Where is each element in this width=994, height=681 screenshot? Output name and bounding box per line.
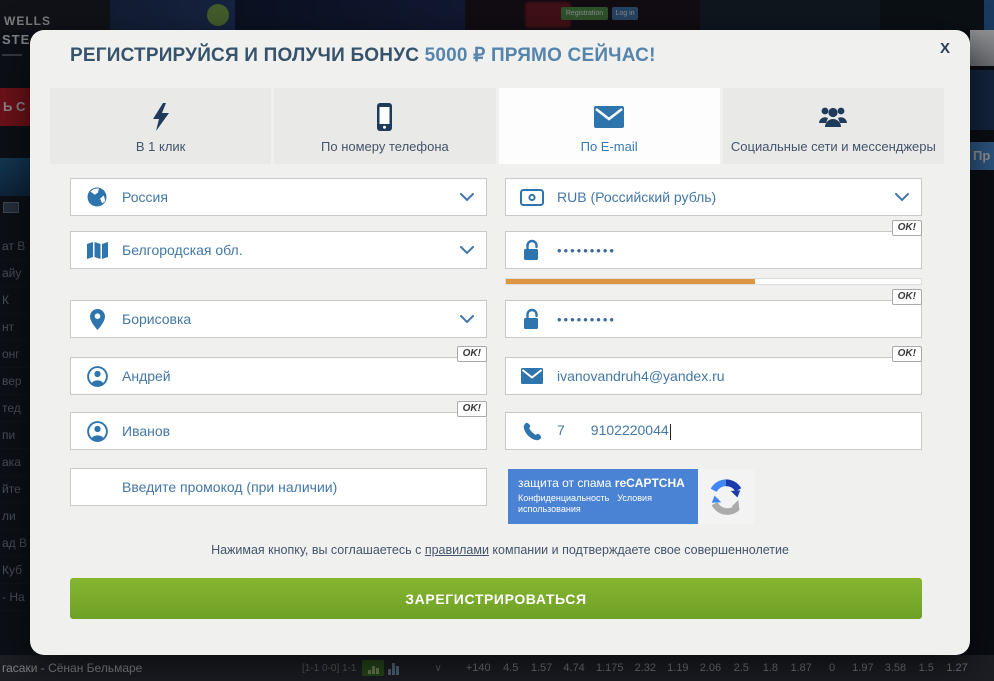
rules-link[interactable]: правилами <box>425 543 489 557</box>
phone-number: 9102220044 <box>591 422 669 438</box>
person-icon <box>85 421 109 442</box>
last-name-input[interactable]: OK! Иванов <box>70 412 487 450</box>
register-submit-button[interactable]: ЗАРЕГИСТРИРОВАТЬСЯ <box>70 578 922 619</box>
country-select[interactable]: Россия <box>70 178 487 216</box>
promo-code-input[interactable]: Введите промокод (при наличии) <box>70 468 487 506</box>
recaptcha-widget: защита от спама reCAPTCHA Конфиденциальн… <box>508 469 754 524</box>
chevron-down-icon <box>895 193 909 202</box>
page: WELLS Registration Log in STE Ь С ат В а… <box>0 0 994 681</box>
status-badge: OK! <box>457 346 487 362</box>
person-icon <box>85 366 109 387</box>
recaptcha-privacy-link[interactable]: Конфиденциальность <box>518 493 609 503</box>
envelope-icon <box>594 101 624 133</box>
city-value: Борисовка <box>122 311 191 327</box>
password-confirm-input[interactable]: OK! ••••••••• <box>505 300 922 338</box>
status-badge: OK! <box>892 346 922 362</box>
password-strength-fill <box>506 279 755 284</box>
close-icon[interactable]: X <box>936 36 954 61</box>
modal-title-bonus: 5000 ₽ ПРЯМО СЕЙЧАС! <box>425 45 656 66</box>
tab-label: В 1 клик <box>136 139 186 154</box>
recaptcha-logo-panel <box>698 469 754 524</box>
registration-method-tabs: В 1 клик По номеру телефона По E-mail Со… <box>50 88 944 164</box>
phone-value: 7 9102220044 <box>557 422 671 439</box>
people-icon <box>817 101 849 133</box>
phone-country-code: 7 <box>557 422 565 438</box>
chevron-down-icon <box>460 315 474 324</box>
globe-icon <box>85 187 109 207</box>
consent-text: Нажимая кнопку, вы соглашаетесь с правил… <box>30 543 970 557</box>
tab-label: По номеру телефона <box>321 139 449 154</box>
modal-title-main: РЕГИСТРИРУЙСЯ И ПОЛУЧИ БОНУС <box>70 45 425 66</box>
region-value: Белгородская обл. <box>122 242 243 258</box>
phone-handset-icon <box>520 422 544 441</box>
phone-input[interactable]: 7 9102220044 <box>505 412 922 450</box>
tab-social[interactable]: Социальные сети и мессенджеры <box>723 88 944 164</box>
tab-label: По E-mail <box>581 139 638 154</box>
status-badge: OK! <box>892 220 922 236</box>
currency-value: RUB (Российский рубль) <box>557 189 716 205</box>
password-value: ••••••••• <box>557 243 616 258</box>
smartphone-icon <box>376 101 393 133</box>
currency-select[interactable]: RUB (Российский рубль) <box>505 178 922 216</box>
envelope-icon <box>520 368 544 384</box>
text-caret <box>670 424 671 440</box>
recaptcha-info-panel: защита от спама reCAPTCHA Конфиденциальн… <box>508 469 698 524</box>
status-badge: OK! <box>457 401 487 417</box>
email-value: ivanovandruh4@yandex.ru <box>557 368 725 384</box>
tab-one-click[interactable]: В 1 клик <box>50 88 271 164</box>
password-confirm-value: ••••••••• <box>557 312 616 327</box>
recaptcha-links: КонфиденциальностьУсловия использования <box>518 493 638 515</box>
lightning-icon <box>152 101 170 133</box>
recaptcha-logo-icon <box>707 478 745 516</box>
first-name-input[interactable]: OK! Андрей <box>70 357 487 395</box>
tab-email[interactable]: По E-mail <box>499 88 720 164</box>
banknote-icon <box>520 189 544 206</box>
lock-open-icon <box>520 308 544 330</box>
registration-modal: РЕГИСТРИРУЙСЯ И ПОЛУЧИ БОНУС 5000 ₽ ПРЯМ… <box>30 30 970 655</box>
tab-phone[interactable]: По номеру телефона <box>274 88 495 164</box>
location-pin-icon <box>85 309 109 330</box>
password-input[interactable]: OK! ••••••••• <box>505 231 922 269</box>
email-input[interactable]: OK! ivanovandruh4@yandex.ru <box>505 357 922 395</box>
recaptcha-brand: reCAPTCHA <box>615 476 685 490</box>
country-value: Россия <box>122 189 168 205</box>
city-select[interactable]: Борисовка <box>70 300 487 338</box>
tab-label: Социальные сети и мессенджеры <box>731 139 936 154</box>
region-select[interactable]: Белгородская обл. <box>70 231 487 269</box>
first-name-value: Андрей <box>122 368 171 384</box>
status-badge: OK! <box>892 289 922 305</box>
chevron-down-icon <box>460 246 474 255</box>
map-icon <box>85 241 109 260</box>
password-strength-bar <box>505 278 922 285</box>
promo-placeholder: Введите промокод (при наличии) <box>122 479 337 495</box>
last-name-value: Иванов <box>122 423 170 439</box>
recaptcha-text: защита от спама reCAPTCHA <box>518 476 690 490</box>
lock-open-icon <box>520 239 544 261</box>
modal-title: РЕГИСТРИРУЙСЯ И ПОЛУЧИ БОНУС 5000 ₽ ПРЯМ… <box>70 44 656 67</box>
chevron-down-icon <box>460 193 474 202</box>
